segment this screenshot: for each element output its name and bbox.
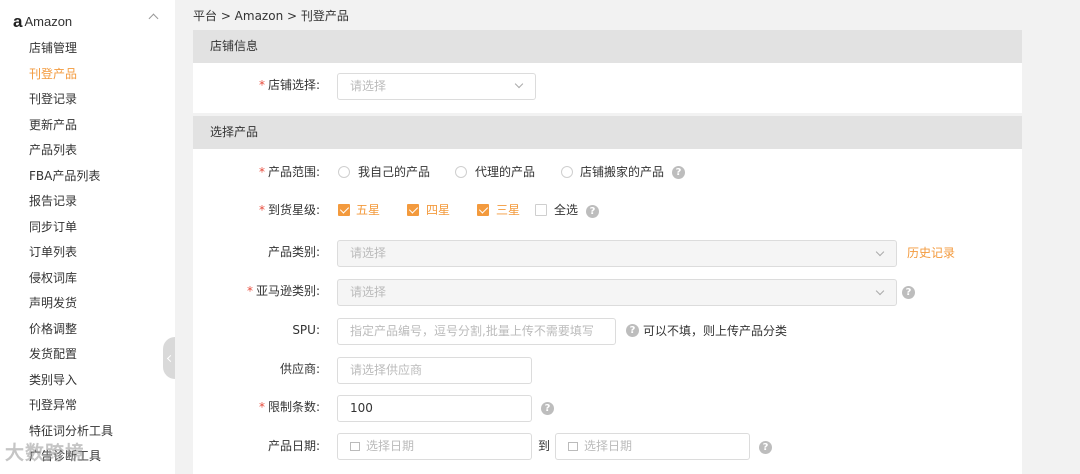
section-header-select-product: 选择产品 bbox=[193, 116, 1022, 149]
sidebar-item-product-list[interactable]: 产品列表 bbox=[29, 138, 169, 164]
checkbox-label-five-star[interactable]: 五星 bbox=[356, 202, 380, 218]
breadcrumb: 平台 > Amazon > 刊登产品 bbox=[193, 9, 349, 23]
checkbox-label-three-star[interactable]: 三星 bbox=[496, 202, 520, 218]
calendar-icon bbox=[350, 442, 360, 451]
sidebar-item-price-adjustment[interactable]: 价格调整 bbox=[29, 317, 169, 343]
sidebar-title: Amazon bbox=[24, 13, 73, 29]
radio-label-store-moved-products[interactable]: 店铺搬家的产品 bbox=[580, 164, 664, 180]
help-icon[interactable]: ? bbox=[541, 402, 554, 415]
scope-label: * 产品范围: bbox=[258, 165, 320, 179]
sidebar-item-declare-shipment[interactable]: 声明发货 bbox=[29, 291, 169, 317]
radio-store-moved-products[interactable] bbox=[561, 166, 573, 178]
sidebar-header-amazon[interactable]: a Amazon bbox=[13, 12, 163, 30]
amazon-logo-icon: a bbox=[13, 11, 23, 31]
radio-label-my-products[interactable]: 我自己的产品 bbox=[358, 164, 430, 180]
checkbox-five-star[interactable] bbox=[338, 204, 350, 216]
help-icon[interactable]: ? bbox=[672, 166, 685, 179]
section-select-product bbox=[193, 149, 1022, 474]
amazon-category-label: * 亚马逊类别: bbox=[246, 284, 320, 298]
spu-label: SPU: bbox=[292, 323, 320, 337]
checkbox-three-star[interactable] bbox=[477, 204, 489, 216]
sidebar-item-fba-product-list[interactable]: FBA产品列表 bbox=[29, 164, 169, 190]
sidebar: a Amazon 店铺管理 刊登产品 刊登记录 更新产品 产品列表 FBA产品列… bbox=[0, 0, 175, 474]
end-date-picker[interactable]: 选择日期 bbox=[555, 433, 750, 460]
sidebar-item-infringement-words[interactable]: 侵权词库 bbox=[29, 266, 169, 292]
checkbox-label-four-star[interactable]: 四星 bbox=[426, 202, 450, 218]
sidebar-item-order-list[interactable]: 订单列表 bbox=[29, 240, 169, 266]
radio-my-products[interactable] bbox=[338, 166, 350, 178]
required-asterisk: * bbox=[258, 78, 265, 92]
sidebar-item-publish-records[interactable]: 刊登记录 bbox=[29, 87, 169, 113]
category-select-dropdown[interactable]: 请选择 bbox=[337, 240, 897, 267]
chevron-down-icon bbox=[875, 247, 885, 257]
sidebar-item-category-import[interactable]: 类别导入 bbox=[29, 368, 169, 394]
store-select-label: * 店铺选择: bbox=[258, 78, 320, 92]
sidebar-item-report-records[interactable]: 报告记录 bbox=[29, 189, 169, 215]
section-header-store-info: 店铺信息 bbox=[193, 30, 1022, 63]
chevron-up-icon[interactable] bbox=[148, 13, 159, 24]
help-icon[interactable]: ? bbox=[626, 324, 639, 337]
limit-label: * 限制条数: bbox=[258, 400, 320, 414]
start-date-picker[interactable]: 选择日期 bbox=[337, 433, 532, 460]
checkbox-label-select-all[interactable]: 全选 bbox=[554, 202, 578, 218]
sidebar-item-store-management[interactable]: 店铺管理 bbox=[29, 36, 169, 62]
supplier-input[interactable]: 请选择供应商 bbox=[337, 357, 532, 384]
category-label: 产品类别: bbox=[267, 245, 320, 259]
sidebar-item-update-product[interactable]: 更新产品 bbox=[29, 113, 169, 139]
date-label: 产品日期: bbox=[267, 439, 320, 453]
help-icon[interactable]: ? bbox=[759, 441, 772, 454]
supplier-label: 供应商: bbox=[279, 362, 320, 376]
app-root: a Amazon 店铺管理 刊登产品 刊登记录 更新产品 产品列表 FBA产品列… bbox=[0, 0, 1080, 474]
help-icon[interactable]: ? bbox=[902, 286, 915, 299]
stars-label: * 到货星级: bbox=[258, 203, 320, 217]
sidebar-item-shipping-config[interactable]: 发货配置 bbox=[29, 342, 169, 368]
watermark: 大数跨境 bbox=[5, 442, 86, 464]
amazon-category-select-dropdown[interactable]: 请选择 bbox=[337, 279, 897, 306]
sidebar-item-publish-product[interactable]: 刊登产品 bbox=[29, 62, 169, 88]
chevron-down-icon bbox=[875, 286, 885, 296]
calendar-icon bbox=[568, 442, 578, 451]
sidebar-menu: 店铺管理 刊登产品 刊登记录 更新产品 产品列表 FBA产品列表 报告记录 同步… bbox=[29, 36, 169, 470]
radio-label-agent-products[interactable]: 代理的产品 bbox=[475, 164, 535, 180]
date-range-separator: 到 bbox=[538, 439, 551, 453]
history-records-link[interactable]: 历史记录 bbox=[907, 245, 955, 261]
sidebar-item-publish-errors[interactable]: 刊登异常 bbox=[29, 393, 169, 419]
store-select-dropdown[interactable]: 请选择 bbox=[337, 73, 536, 100]
help-icon[interactable]: ? bbox=[586, 205, 599, 218]
sidebar-item-sync-orders[interactable]: 同步订单 bbox=[29, 215, 169, 241]
radio-agent-products[interactable] bbox=[455, 166, 467, 178]
spu-input[interactable]: 指定产品编号，逗号分割,批量上传不需要填写 bbox=[337, 318, 616, 345]
checkbox-four-star[interactable] bbox=[407, 204, 419, 216]
spu-hint: 可以不填，则上传产品分类 bbox=[643, 324, 788, 338]
limit-input[interactable]: 100 bbox=[337, 395, 532, 422]
chevron-down-icon bbox=[514, 79, 524, 89]
checkbox-select-all[interactable] bbox=[535, 204, 547, 216]
sidebar-collapse-toggle[interactable] bbox=[163, 337, 175, 379]
chevron-left-icon bbox=[166, 354, 175, 362]
